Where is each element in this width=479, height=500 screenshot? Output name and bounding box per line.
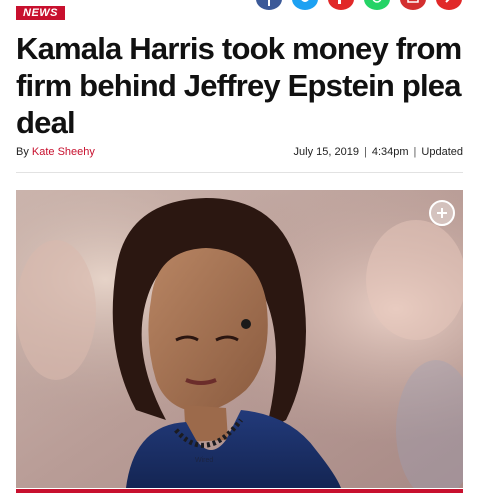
flipboard-share-button[interactable] [328, 0, 354, 10]
caption-credit: Wired [195, 457, 214, 464]
separator: | [363, 146, 367, 158]
facebook-share-button[interactable] [256, 0, 282, 10]
whatsapp-share-button[interactable] [364, 0, 390, 10]
publish-date: July 15, 2019 [293, 146, 359, 158]
divider [16, 172, 463, 173]
plus-icon [437, 208, 447, 218]
separator: | [413, 146, 417, 158]
zoom-button[interactable] [429, 200, 455, 226]
copy-link-share-button[interactable] [436, 0, 462, 10]
article-headline: Kamala Harris took money from firm behin… [16, 31, 462, 140]
email-icon [407, 0, 419, 3]
whatsapp-icon [372, 0, 382, 3]
flipboard-icon [338, 0, 341, 4]
portrait-image [16, 190, 463, 488]
byline-prefix: By [16, 146, 29, 158]
byline: By Kate Sheehy [16, 146, 95, 158]
dateline: July 15, 2019 | 4:34pm | Updated [294, 146, 463, 158]
updated-label: Updated [421, 146, 463, 158]
bottom-accent-bar [16, 489, 463, 493]
photo-caption: Wired [195, 456, 213, 465]
copy-link-icon [445, 0, 450, 3]
facebook-icon [268, 0, 270, 6]
author-link[interactable]: Kate Sheehy [32, 146, 95, 158]
twitter-icon [301, 0, 309, 2]
publish-time: 4:34pm [371, 146, 409, 158]
top-bar: NEWS [0, 0, 479, 22]
twitter-share-button[interactable] [292, 0, 318, 10]
section-badge[interactable]: NEWS [16, 6, 65, 20]
article-photo[interactable]: Wired [16, 190, 463, 488]
email-share-button[interactable] [400, 0, 426, 10]
